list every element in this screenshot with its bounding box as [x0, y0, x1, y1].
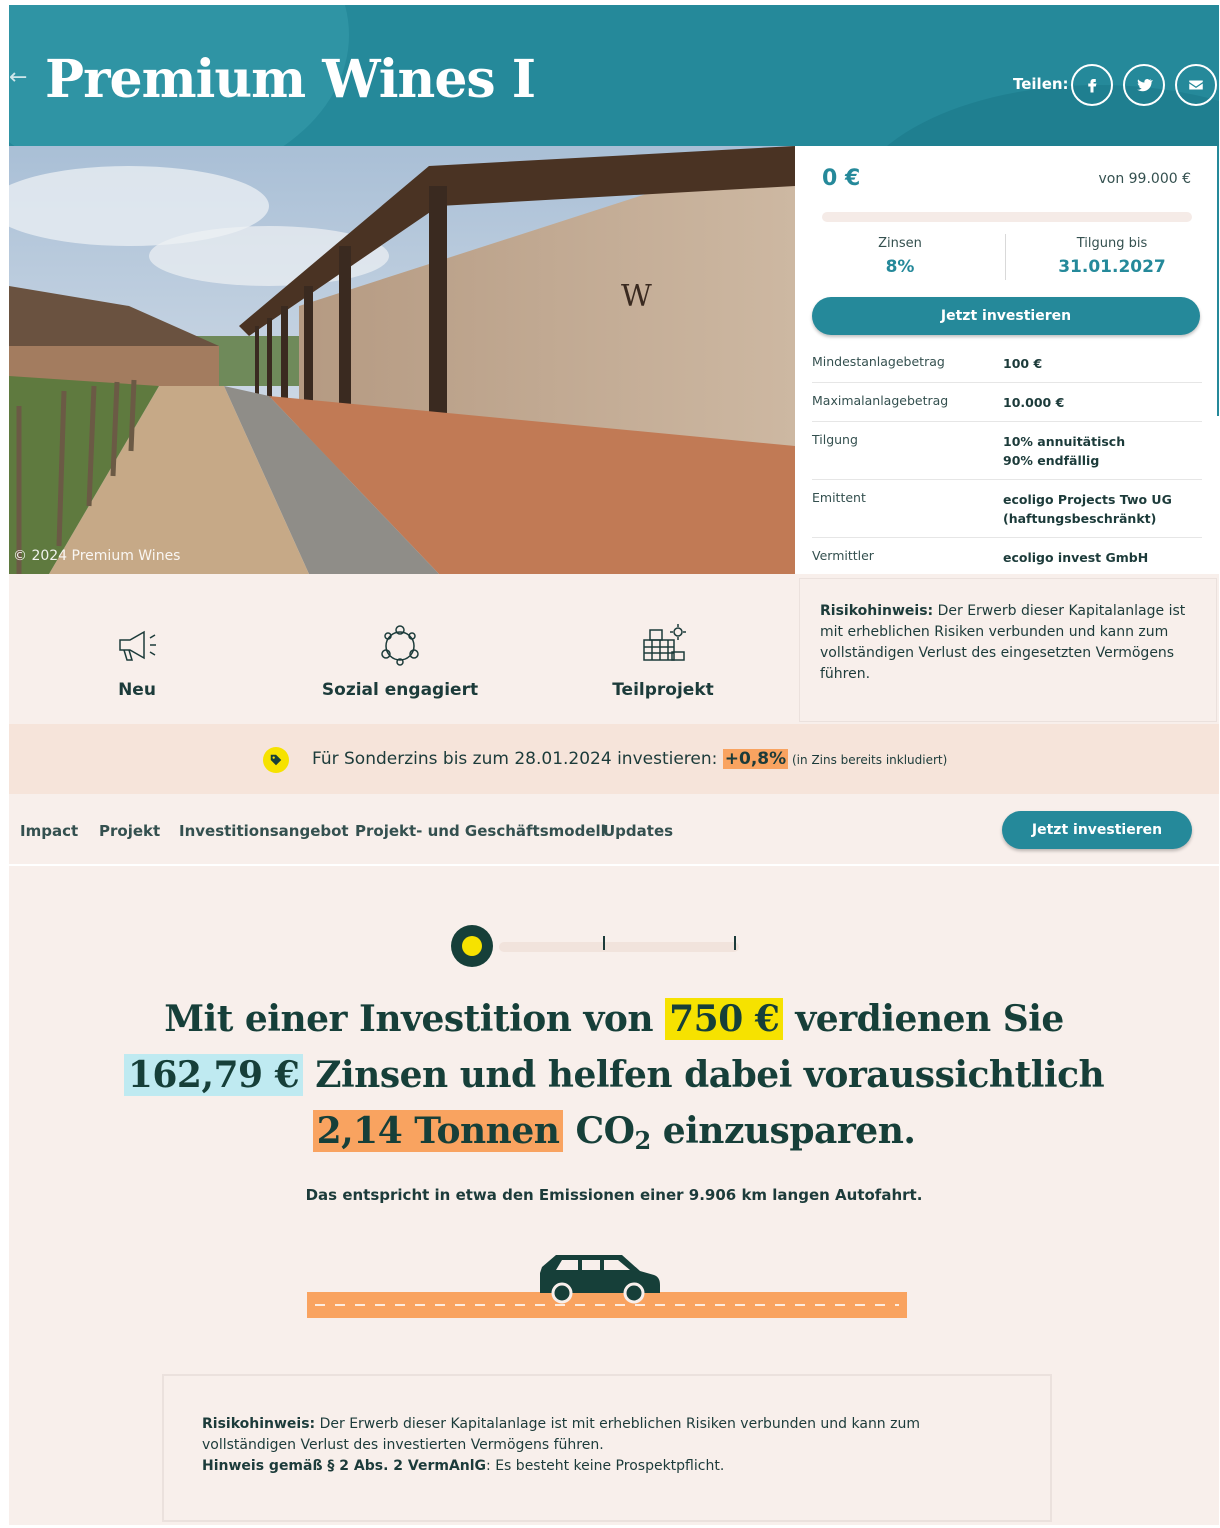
- repayment-value: 31.01.2027: [1058, 257, 1166, 277]
- terms-table: Mindestanlagebetrag 100 € Maximalanlageb…: [812, 344, 1202, 576]
- slider-tick: [734, 936, 736, 950]
- feature-label: Teilprojekt: [612, 680, 714, 700]
- co2-amount: 2,14 Tonnen: [312, 1110, 564, 1152]
- headline-text: Mit einer Investition von: [164, 998, 666, 1040]
- feature-label: Neu: [118, 680, 156, 700]
- funding-goal: von 99.000 €: [1098, 171, 1191, 187]
- share-label: Teilen:: [1013, 75, 1069, 93]
- nav-item-impact[interactable]: Impact: [20, 822, 78, 840]
- term-value-line: ecoligo Projects Two UG: [1003, 492, 1172, 507]
- promo-text: Für Sonderzins bis zum 28.01.2024 invest…: [312, 749, 947, 769]
- term-row: Mindestanlagebetrag 100 €: [812, 344, 1202, 383]
- risk-notice-title: Risikohinweis:: [820, 603, 934, 619]
- term-value-line: 10% annuitätisch: [1003, 434, 1126, 449]
- term-value: 100 €: [1003, 356, 1043, 371]
- headline-text: CO: [563, 1110, 635, 1152]
- project-page: ← Premium Wines I Teilen: W © 2024 Premi…: [9, 5, 1219, 1525]
- headline-text: Zinsen und helfen dabei voraussichtlich: [303, 1054, 1105, 1096]
- risk-notice-top: Risikohinweis: Der Erwerb dieser Kapital…: [799, 578, 1217, 722]
- term-row: Tilgung 10% annuitätisch 90% endfällig: [812, 422, 1202, 480]
- funding-progress-bar: [822, 212, 1192, 222]
- term-key: Vermittler: [812, 548, 874, 563]
- prospectus-notice-text: : Es besteht keine Prospektpflicht.: [486, 1458, 725, 1474]
- promo-note: (in Zins bereits inkludiert): [788, 753, 948, 767]
- card-scrollbar[interactable]: [1217, 146, 1219, 416]
- term-value: ecoligo Projects Two UG (haftungsbeschrä…: [1003, 490, 1202, 528]
- page-title: Premium Wines I: [45, 49, 536, 110]
- feature-new: Neu: [47, 622, 227, 700]
- risk-notice-title: Risikohinweis:: [202, 1416, 316, 1432]
- term-key: Maximalanlagebetrag: [812, 393, 949, 408]
- svg-text:W: W: [621, 279, 652, 314]
- term-value: 10.000 €: [1003, 395, 1065, 410]
- term-value-line: 90% endfällig: [1003, 453, 1100, 468]
- promo-banner: Für Sonderzins bis zum 28.01.2024 invest…: [9, 724, 1219, 794]
- slider-tick: [603, 936, 605, 950]
- investment-slider-track[interactable]: [499, 942, 739, 952]
- headline-text: verdienen Sie: [783, 998, 1064, 1040]
- section-nav: Impact Projekt Investitionsangebot Proje…: [9, 794, 1219, 866]
- promo-main-text: Für Sonderzins bis zum 28.01.2024 invest…: [312, 749, 723, 769]
- repayment-kpi: Tilgung bis 31.01.2027: [1035, 236, 1189, 277]
- interest-kpi: Zinsen 8%: [833, 236, 967, 277]
- project-header: ← Premium Wines I Teilen:: [9, 5, 1219, 146]
- term-row: Emittent ecoligo Projects Two UG (haftun…: [812, 480, 1202, 538]
- term-value: ecoligo invest GmbH: [1003, 550, 1149, 565]
- arrow-left-icon[interactable]: ←: [9, 65, 27, 90]
- investment-slider-handle[interactable]: [451, 925, 493, 967]
- interest-amount: 162,79 €: [123, 1054, 304, 1096]
- car-icon: [540, 1255, 660, 1304]
- feature-social: Sozial engagiert: [310, 622, 490, 700]
- tag-icon: [263, 747, 289, 773]
- facebook-icon: [1088, 79, 1097, 93]
- funded-amount: 0 €: [822, 166, 861, 191]
- photo-copyright: © 2024 Premium Wines: [13, 548, 181, 564]
- nav-item-updates[interactable]: Updates: [603, 822, 673, 840]
- megaphone-icon: [119, 630, 156, 661]
- kpi-divider: [1005, 234, 1006, 280]
- mail-icon: [1189, 80, 1203, 90]
- promo-bonus-rate: +0,8%: [722, 749, 789, 769]
- emission-equivalent: Das entspricht in etwa den Emissionen ei…: [305, 1186, 923, 1204]
- nav-item-business-model[interactable]: Projekt- und Geschäftsmodell: [355, 822, 606, 840]
- interest-label: Zinsen: [878, 236, 922, 251]
- share-mail-button[interactable]: [1175, 64, 1217, 106]
- community-icon: [381, 625, 419, 666]
- nav-invest-button[interactable]: Jetzt investieren: [1002, 811, 1192, 849]
- nav-item-offer[interactable]: Investitionsangebot: [179, 822, 349, 840]
- solar-panel-icon: [643, 624, 686, 661]
- impact-headline: Mit einer Investition von 750 € verdiene…: [69, 991, 1159, 1169]
- term-value-line: (haftungsbeschränkt): [1003, 511, 1157, 526]
- interest-value: 8%: [885, 257, 915, 277]
- share-twitter-button[interactable]: [1123, 64, 1165, 106]
- term-value: 10% annuitätisch 90% endfällig: [1003, 432, 1202, 470]
- term-row: Maximalanlagebetrag 10.000 €: [812, 383, 1202, 422]
- feature-subproject: Teilprojekt: [573, 622, 753, 700]
- feature-label: Sozial engagiert: [321, 680, 479, 700]
- term-row: Vermittler ecoligo invest GmbH: [812, 538, 1202, 576]
- term-key: Emittent: [812, 490, 866, 505]
- co2-subscript: 2: [634, 1126, 651, 1155]
- headline-text: einzusparen.: [650, 1110, 916, 1152]
- prospectus-notice-title: Hinweis gemäß § 2 Abs. 2 VermAnlG: [202, 1458, 487, 1474]
- investment-card: 0 € von 99.000 € Zinsen 8% Tilgung bis 3…: [795, 146, 1219, 574]
- investment-amount: 750 €: [665, 998, 784, 1040]
- project-features: Neu Sozial engagiert Teilprojekt: [9, 574, 795, 724]
- share-facebook-button[interactable]: [1071, 64, 1113, 106]
- risk-notice-bottom: Risikohinweis: Der Erwerb dieser Kapital…: [162, 1374, 1052, 1522]
- term-key: Tilgung: [812, 432, 858, 447]
- project-photo: W © 2024 Premium Wines: [9, 146, 795, 574]
- nav-item-project[interactable]: Projekt: [99, 822, 160, 840]
- twitter-icon: [1137, 79, 1153, 92]
- invest-now-button[interactable]: Jetzt investieren: [812, 297, 1200, 335]
- repayment-label: Tilgung bis: [1076, 236, 1148, 251]
- term-key: Mindestanlagebetrag: [812, 354, 945, 369]
- winery-photo: W: [9, 146, 795, 574]
